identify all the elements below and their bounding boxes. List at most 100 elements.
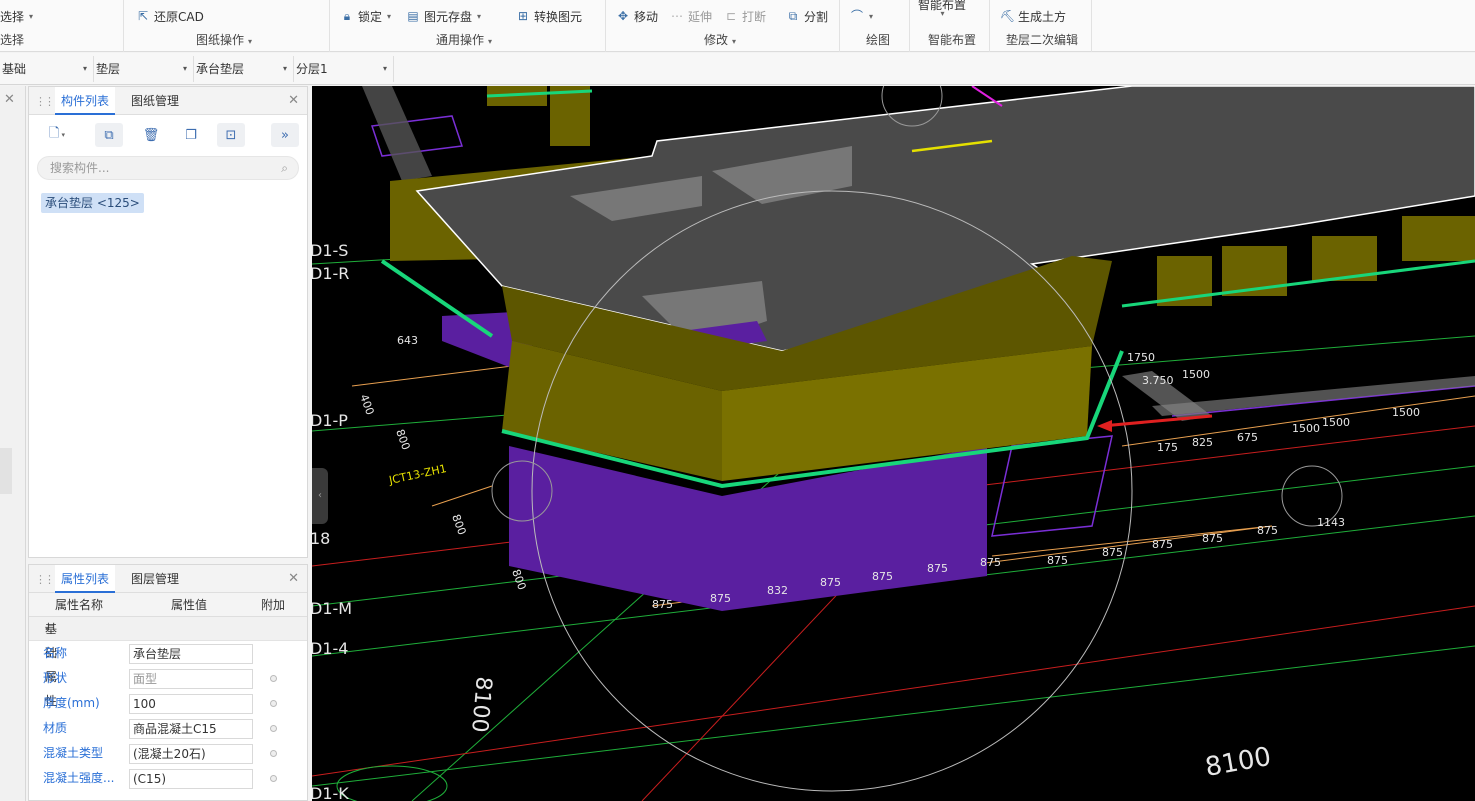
property-value-field[interactable]: 面型: [129, 669, 253, 689]
property-row: 名称 承台垫层: [29, 641, 307, 666]
close-icon[interactable]: ✕: [288, 571, 299, 586]
lock-button[interactable]: 🔒︎ 锁定 ▾: [340, 6, 391, 26]
ribbon-group-select: 选择 ▾ 选择: [0, 0, 124, 52]
ribbon-group-secondary-edit: ⛏︎ 生成土方 垫层二次编辑: [990, 0, 1092, 52]
component-panel-header: ⋮⋮ 构件列表 图纸管理 ✕: [29, 87, 307, 115]
svg-text:400: 400: [357, 393, 376, 417]
tab-component-list[interactable]: 构件列表: [55, 87, 116, 115]
extra-checkbox[interactable]: [270, 725, 277, 732]
close-icon[interactable]: ✕: [288, 93, 299, 108]
ribbon-group-draw: ⌒ ▾ 绘图: [840, 0, 910, 52]
convert-icon: ⊞: [517, 9, 529, 23]
col-property-name: 属性名称: [55, 598, 104, 612]
svg-text:875: 875: [1152, 538, 1173, 551]
tab-drawing-management[interactable]: 图纸管理: [131, 87, 179, 115]
chevron-down-icon: ▾: [869, 11, 874, 21]
svg-text:1500: 1500: [1392, 406, 1420, 419]
category-selector[interactable]: 垫层 ▾: [94, 56, 194, 82]
property-value-field[interactable]: 承台垫层: [129, 644, 253, 664]
svg-text:875: 875: [1102, 546, 1123, 559]
axis-label-text: D1-R: [312, 264, 349, 283]
property-value-field[interactable]: (混凝土20石): [129, 744, 253, 764]
generate-earthwork-button[interactable]: ⛏︎ 生成土方: [1000, 6, 1066, 26]
svg-text:800: 800: [449, 513, 468, 537]
chevron-down-icon: ▾: [382, 64, 387, 73]
duplicate-layer-button[interactable]: ❐: [177, 123, 205, 147]
property-value-field[interactable]: (C15): [129, 769, 253, 789]
layer-selector[interactable]: 分层1 ▾: [294, 56, 394, 82]
property-row: 形状 面型: [29, 666, 307, 691]
extra-checkbox[interactable]: [270, 775, 277, 782]
extra-checkbox[interactable]: [270, 750, 277, 757]
svg-text:1750: 1750: [1127, 351, 1155, 364]
strip-scroll-thumb[interactable]: [0, 448, 12, 494]
col-extra: 附加: [261, 598, 286, 612]
new-component-button[interactable]: 🗋︎ ▾: [39, 123, 75, 147]
type-selector[interactable]: 承台垫层 ▾: [194, 56, 294, 82]
convert-element-button[interactable]: ⊞ 转换图元: [516, 6, 582, 26]
component-item[interactable]: 承台垫层 <125>: [41, 193, 144, 213]
arc-icon: ⌒: [850, 9, 863, 23]
group-label-modify[interactable]: 修改 ▾: [704, 31, 736, 49]
svg-text:875: 875: [1257, 524, 1278, 537]
svg-text:1500: 1500: [1322, 416, 1350, 429]
ribbon-group-smart-layout: 智能布置 ▾ 智能布置: [910, 0, 990, 52]
extra-checkbox[interactable]: [270, 675, 277, 682]
floor-selector[interactable]: 基础 ▾: [0, 56, 94, 82]
delete-component-button[interactable]: 🗑︎: [137, 123, 165, 147]
chevron-left-icon: ‹: [318, 490, 322, 501]
app-window: 选择 ▾ 选择 ⇱ 还原CAD 图纸操作 ▾ 🔒︎ 锁定 ▾ ▤ 图元存盘 ▾ ⊞ 转换图元 通…: [0, 0, 1475, 801]
more-tools-button[interactable]: »: [271, 123, 299, 147]
property-row: 混凝土强度... (C15): [29, 766, 307, 791]
svg-text:8100: 8100: [1203, 742, 1273, 783]
hatched-wall: [362, 86, 432, 181]
drag-handle-icon[interactable]: ⋮⋮: [35, 573, 55, 586]
save-element-button[interactable]: ▤ 图元存盘 ▾: [406, 6, 481, 26]
search-input[interactable]: 搜索构件... ⌕: [37, 156, 299, 180]
chevron-down-icon: ▾: [29, 11, 34, 21]
draw-arc-button[interactable]: ⌒ ▾: [850, 6, 873, 26]
smart-layout-button[interactable]: 智能布置 ▾: [918, 0, 966, 22]
svg-text:800: 800: [509, 568, 528, 592]
property-name: 混凝土强度...: [43, 771, 115, 785]
chevron-down-icon: ▾: [61, 131, 65, 139]
select-button[interactable]: 选择 ▾: [0, 6, 33, 26]
search-icon: ⌕: [281, 161, 288, 175]
chevron-down-icon: ▾: [488, 37, 493, 46]
svg-text:875: 875: [1202, 532, 1223, 545]
close-icon[interactable]: ✕: [4, 92, 15, 107]
red-arrow-line: [1101, 414, 1213, 428]
tab-property-list[interactable]: 属性列表: [55, 565, 116, 593]
chevron-down-icon: ▾: [248, 37, 253, 46]
component-filter-button[interactable]: ⊡: [217, 123, 245, 147]
panel-collapse-handle[interactable]: ‹: [312, 468, 328, 524]
svg-text:875: 875: [980, 556, 1001, 569]
split-button[interactable]: ⧉ 分割: [786, 6, 828, 26]
property-value-field[interactable]: 商品混凝土C15: [129, 719, 253, 739]
extra-checkbox[interactable]: [270, 700, 277, 707]
copy-component-button[interactable]: ⧉: [95, 123, 123, 147]
svg-text:JCT13-ZH1: JCT13-ZH1: [387, 462, 448, 487]
break-button[interactable]: ⊏ 打断: [724, 6, 766, 26]
svg-text:1500: 1500: [1292, 422, 1320, 435]
group-label-drawing-ops[interactable]: 图纸操作 ▾: [196, 31, 252, 49]
axis-label-text: 18: [312, 529, 330, 548]
property-group-basic[interactable]: ▾ 基础属性: [29, 617, 307, 708]
extend-button[interactable]: ⋯ 延伸: [670, 6, 712, 26]
tab-layer-management[interactable]: 图层管理: [131, 565, 179, 593]
svg-text:800: 800: [393, 428, 412, 452]
property-table-header: 属性名称 属性值 附加: [29, 593, 307, 617]
selector-bar: 基础 ▾ 垫层 ▾ 承台垫层 ▾ 分层1 ▾: [0, 53, 1475, 85]
col-property-value: 属性值: [171, 598, 208, 612]
3d-viewport-canvas[interactable]: D1-S D1-R D1-P D1-M D1-4 D1-K 18 1750 15…: [312, 86, 1475, 801]
move-button[interactable]: ✥ 移动: [616, 6, 658, 26]
group-label-general-ops[interactable]: 通用操作 ▾: [436, 31, 492, 49]
restore-cad-button[interactable]: ⇱ 还原CAD: [136, 6, 204, 26]
drag-handle-icon[interactable]: ⋮⋮: [35, 95, 55, 108]
lock-icon: 🔒︎: [343, 9, 351, 23]
group-label-smart-layout: 智能布置: [928, 33, 977, 47]
property-value-field[interactable]: 100: [129, 694, 253, 714]
red-arrow-head: [1097, 420, 1112, 432]
hatched-strip: [1152, 376, 1475, 416]
save-element-icon: ▤: [407, 9, 419, 23]
